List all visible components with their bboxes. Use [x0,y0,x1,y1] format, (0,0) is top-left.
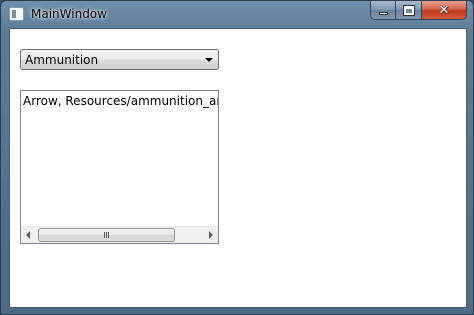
scroll-left-icon[interactable] [26,231,30,239]
items-listbox[interactable]: Arrow, Resources/ammunition_arrow, sti [20,90,219,244]
client-area: Ammunition Arrow, Resources/ammunition_a… [9,28,467,308]
chevron-down-icon[interactable] [205,57,213,62]
close-icon: ✕ [438,2,450,18]
minimize-button[interactable] [370,1,396,20]
category-combobox[interactable]: Ammunition [20,49,219,70]
scrollbar-thumb[interactable] [38,228,175,242]
title-bar[interactable]: MainWindow ✕ [1,1,473,28]
main-window: MainWindow ✕ Ammunition Arrow, Resources… [0,0,474,315]
close-button[interactable]: ✕ [422,1,467,20]
app-icon[interactable] [9,7,24,21]
combobox-selected-value: Ammunition [25,52,99,67]
maximize-icon [402,4,415,16]
caption-buttons: ✕ [370,1,467,21]
maximize-button[interactable] [396,1,422,20]
horizontal-scrollbar[interactable] [21,226,218,243]
scroll-right-icon[interactable] [209,231,213,239]
grip-icon [104,232,109,238]
list-item[interactable]: Arrow, Resources/ammunition_arrow, sti [23,94,218,108]
minimize-icon [378,12,388,15]
window-title: MainWindow [31,7,107,21]
